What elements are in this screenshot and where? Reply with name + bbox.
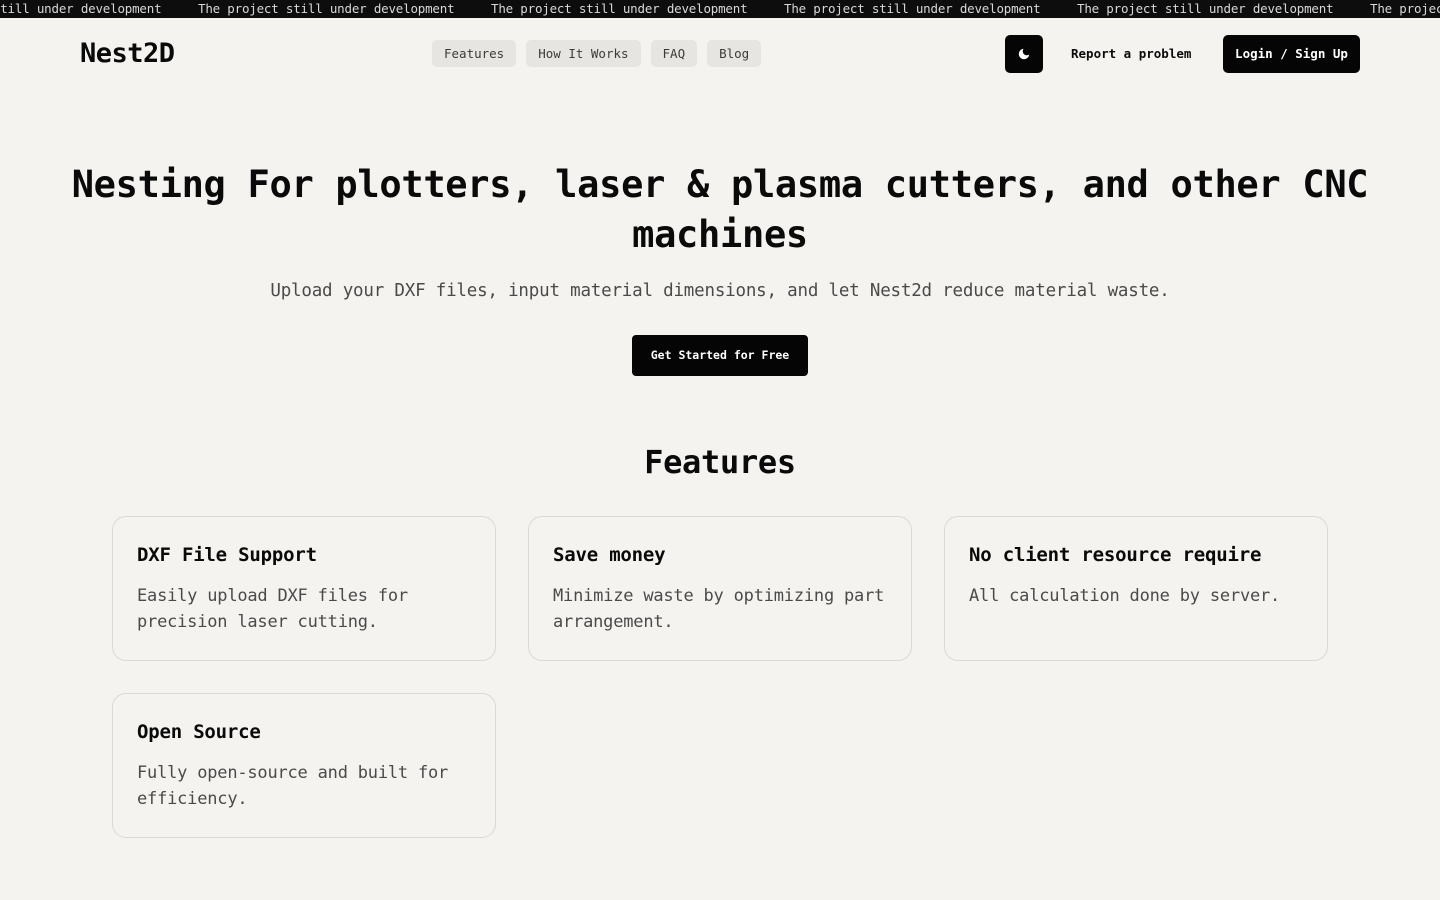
banner-message: The project still under development — [491, 1, 748, 16]
get-started-button[interactable]: Get Started for Free — [632, 335, 808, 376]
feature-card-description: Minimize waste by optimizing part arrang… — [553, 586, 885, 632]
feature-card-title: Open Source — [137, 721, 261, 743]
banner-message: The project still under development — [1370, 1, 1440, 16]
banner-track: The project still under development The … — [0, 1, 1440, 17]
site-header: Nest2D Features How It Works FAQ Blog Re… — [0, 18, 1440, 90]
feature-card-title: DXF File Support — [137, 544, 317, 566]
report-problem-link[interactable]: Report a problem — [1059, 35, 1203, 73]
moon-icon — [1018, 48, 1030, 60]
nav-link-faq[interactable]: FAQ — [650, 40, 698, 67]
features-heading: Features — [644, 443, 796, 481]
feature-card-dxf: DXF File Support Easily upload DXF files… — [112, 516, 496, 661]
theme-toggle-button[interactable] — [1005, 35, 1043, 73]
feature-card-open-source: Open Source Fully open-source and built … — [112, 693, 496, 838]
feature-card-save-money: Save money Minimize waste by optimizing … — [528, 516, 912, 661]
feature-card-title: No client resource require — [969, 544, 1262, 566]
announcement-banner: The project still under development The … — [0, 0, 1440, 18]
main-nav: Features How It Works FAQ Blog — [432, 40, 762, 67]
hero-title: Nesting For plotters, laser & plasma cut… — [71, 163, 1369, 256]
login-signup-button[interactable]: Login / Sign Up — [1223, 35, 1360, 73]
feature-card-description: Easily upload DXF files for precision la… — [137, 586, 408, 632]
banner-message: The project still under development — [1077, 1, 1334, 16]
feature-card-title: Save money — [553, 544, 666, 566]
nav-link-blog[interactable]: Blog — [707, 40, 762, 67]
banner-message: The project still under development — [784, 1, 1041, 16]
site-logo[interactable]: Nest2D — [80, 38, 175, 69]
hero-subtitle: Upload your DXF files, input material di… — [270, 281, 1170, 301]
feature-card-description: Fully open-source and built for efficien… — [137, 763, 449, 809]
feature-card-no-client-resource: No client resource require All calculati… — [944, 516, 1328, 661]
banner-message: The project still under development — [0, 1, 162, 16]
feature-card-description: All calculation done by server. — [969, 586, 1281, 606]
banner-message: The project still under development — [198, 1, 455, 16]
nav-link-features[interactable]: Features — [432, 40, 517, 67]
nav-link-how-it-works[interactable]: How It Works — [526, 40, 641, 67]
